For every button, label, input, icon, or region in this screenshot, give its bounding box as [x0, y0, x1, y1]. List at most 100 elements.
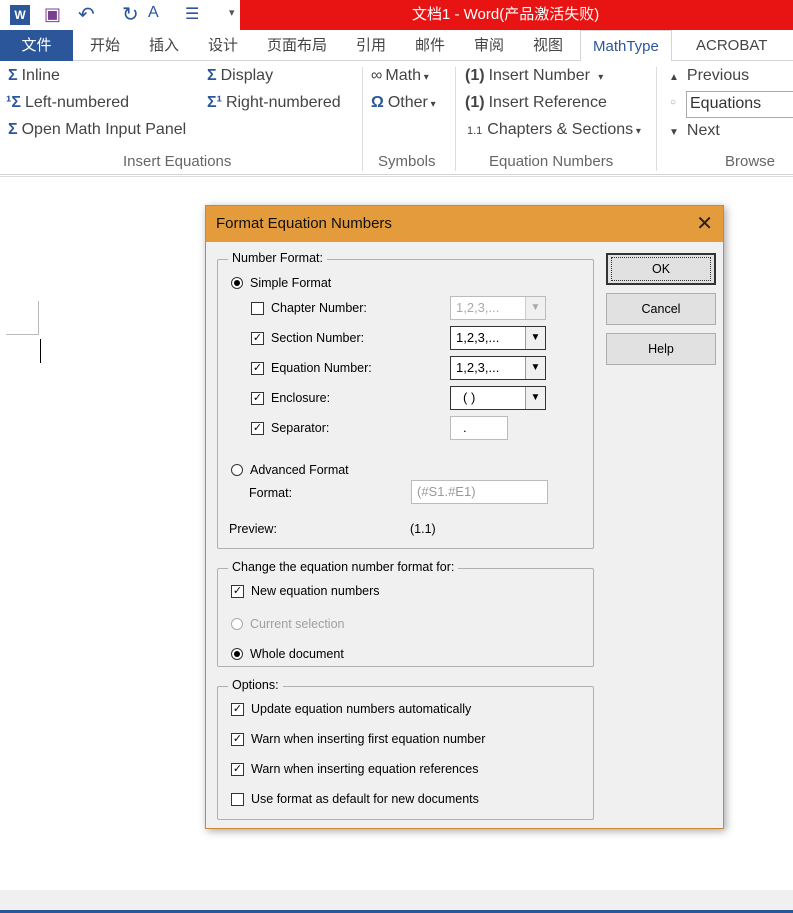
section-number-checkbox[interactable]: ✓ Section Number:	[251, 331, 364, 345]
chapter-number-select[interactable]: 1,2,3,... ▼	[450, 296, 546, 320]
sigma-pen-icon: Σ	[8, 121, 18, 138]
chevron-down-icon: ▼	[525, 357, 545, 379]
circle-icon: ○	[670, 97, 677, 108]
group-label-browse: Browse	[725, 153, 776, 170]
checkbox-indicator: ✓	[251, 331, 264, 345]
simple-format-radio[interactable]: Simple Format	[231, 276, 331, 290]
margin-mark	[38, 301, 39, 334]
save-icon[interactable]: ▣	[44, 4, 61, 25]
checkbox-indicator: ✓	[231, 732, 244, 746]
radio-indicator	[231, 618, 243, 630]
group-label-symbols: Symbols	[378, 153, 436, 170]
tab-review[interactable]: 审阅	[466, 30, 512, 61]
cancel-button[interactable]: Cancel	[606, 293, 716, 325]
omega-icon: Ω	[371, 94, 384, 111]
close-icon[interactable]: ✕	[696, 206, 713, 242]
customize-icon[interactable]: ▾	[229, 6, 235, 19]
whole-document-radio[interactable]: Whole document	[231, 647, 344, 661]
chevron-down-icon: ▼	[525, 297, 545, 319]
checkbox-indicator: ✓	[231, 762, 244, 776]
list-icon[interactable]: ☰	[185, 4, 199, 24]
chapter-number-checkbox[interactable]: Chapter Number:	[251, 301, 367, 315]
sigma-left-numbered-icon: ¹Σ	[6, 94, 21, 111]
equation-number-select[interactable]: 1,2,3,... ▼	[450, 356, 546, 380]
warn-first-number-checkbox[interactable]: ✓ Warn when inserting first equation numb…	[231, 732, 485, 746]
separator-checkbox[interactable]: ✓ Separator:	[251, 421, 329, 435]
tab-view[interactable]: 视图	[525, 30, 571, 61]
tab-references[interactable]: 引用	[348, 30, 394, 61]
group-divider	[455, 67, 456, 171]
group-divider	[656, 67, 657, 171]
format-icon[interactable]: A	[148, 4, 159, 22]
default-format-checkbox[interactable]: Use format as default for new documents	[231, 792, 479, 806]
tab-design[interactable]: 设计	[200, 30, 246, 61]
other-dropdown[interactable]: Ω Other ▾	[371, 94, 436, 112]
tab-layout[interactable]: 页面布局	[259, 30, 335, 61]
group-legend: Options:	[228, 678, 283, 692]
up-arrow-icon: ▲	[669, 72, 679, 83]
chevron-down-icon: ▼	[525, 327, 545, 349]
equation-number-checkbox[interactable]: ✓ Equation Number:	[251, 361, 372, 375]
options-group: Options: ✓ Update equation numbers automa…	[217, 678, 594, 820]
ribbon: Σ Inline Σ Display ¹Σ Left-numbered Σ¹ Right…	[0, 61, 793, 175]
advanced-format-radio[interactable]: Advanced Format	[231, 463, 349, 477]
tab-mailings[interactable]: 邮件	[407, 30, 453, 61]
radio-indicator	[231, 648, 243, 660]
undo-icon[interactable]: ↶	[78, 2, 95, 27]
margin-mark	[6, 334, 39, 335]
tab-file[interactable]: 文件	[0, 30, 73, 61]
radio-indicator	[231, 464, 243, 476]
group-legend: Change the equation number format for:	[228, 560, 459, 574]
chapters-sections-dropdown[interactable]: 1.1 Chapters & Sections ▾	[467, 121, 641, 139]
current-selection-radio[interactable]: Current selection	[231, 617, 345, 631]
browse-type-field[interactable]: Equations	[686, 91, 793, 118]
right-numbered-button[interactable]: Σ¹ Right-numbered	[207, 94, 341, 112]
enclosure-select[interactable]: ( ) ▼	[450, 386, 546, 410]
tab-home[interactable]: 开始	[82, 30, 128, 61]
checkbox-indicator: ✓	[251, 361, 264, 375]
update-automatically-checkbox[interactable]: ✓ Update equation numbers automatically	[231, 702, 471, 716]
checkbox-indicator	[231, 792, 244, 806]
advanced-format-input[interactable]: (#S1.#E1)	[411, 480, 548, 504]
insert-reference-button[interactable]: (1) Insert Reference	[465, 94, 607, 112]
number-format-group: Number Format: Simple Format Chapter Num…	[217, 251, 594, 549]
enclosure-checkbox[interactable]: ✓ Enclosure:	[251, 391, 330, 405]
left-numbered-button[interactable]: ¹Σ Left-numbered	[6, 94, 129, 112]
open-math-input-panel-button[interactable]: Σ Open Math Input Panel	[8, 121, 186, 139]
number-paren-icon: (1)	[465, 67, 485, 84]
format-label: Format:	[249, 486, 293, 500]
group-legend: Number Format:	[228, 251, 327, 265]
separator-input[interactable]: .	[450, 416, 508, 440]
warn-references-checkbox[interactable]: ✓ Warn when inserting equation references	[231, 762, 478, 776]
tab-acrobat[interactable]: ACROBAT	[688, 30, 775, 61]
infinity-icon: ∞	[371, 67, 383, 84]
dialog-title: Format Equation Numbers	[206, 206, 723, 242]
chapters-icon: 1.1	[467, 125, 483, 137]
next-button[interactable]: ▼ Next	[669, 122, 720, 140]
inline-button[interactable]: Σ Inline	[8, 67, 60, 85]
redo-icon[interactable]: ↻	[122, 2, 139, 27]
help-button[interactable]: Help	[606, 333, 716, 365]
group-label-insert-equations: Insert Equations	[123, 153, 232, 170]
quick-access-toolbar: W ▣ ↶ ↻ A ☰ ▾	[0, 0, 240, 30]
preview-label: Preview:	[229, 522, 277, 536]
new-equation-numbers-checkbox[interactable]: ✓ New equation numbers	[231, 584, 380, 598]
display-button[interactable]: Σ Display	[207, 67, 273, 85]
window-title: 文档1 - Word(产品激活失败)	[240, 0, 793, 30]
checkbox-indicator: ✓	[231, 702, 244, 716]
section-number-select[interactable]: 1,2,3,... ▼	[450, 326, 546, 350]
chevron-down-icon: ▼	[525, 387, 545, 409]
tab-mathtype[interactable]: MathType	[580, 30, 672, 62]
math-dropdown[interactable]: ∞ Math ▾	[371, 67, 429, 85]
change-format-group: Change the equation number format for: ✓…	[217, 560, 594, 667]
ok-button[interactable]: OK	[606, 253, 716, 285]
sigma-display-icon: Σ	[207, 67, 217, 84]
sigma-right-numbered-icon: Σ¹	[207, 94, 222, 111]
previous-button[interactable]: ▲ Previous	[669, 67, 749, 85]
tab-insert[interactable]: 插入	[141, 30, 187, 61]
reference-icon: (1)	[465, 94, 485, 111]
insert-number-dropdown[interactable]: (1) Insert Number ▾	[465, 67, 603, 85]
checkbox-indicator: ✓	[251, 391, 264, 405]
group-label-equation-numbers: Equation Numbers	[489, 153, 614, 170]
text-cursor	[40, 339, 41, 363]
